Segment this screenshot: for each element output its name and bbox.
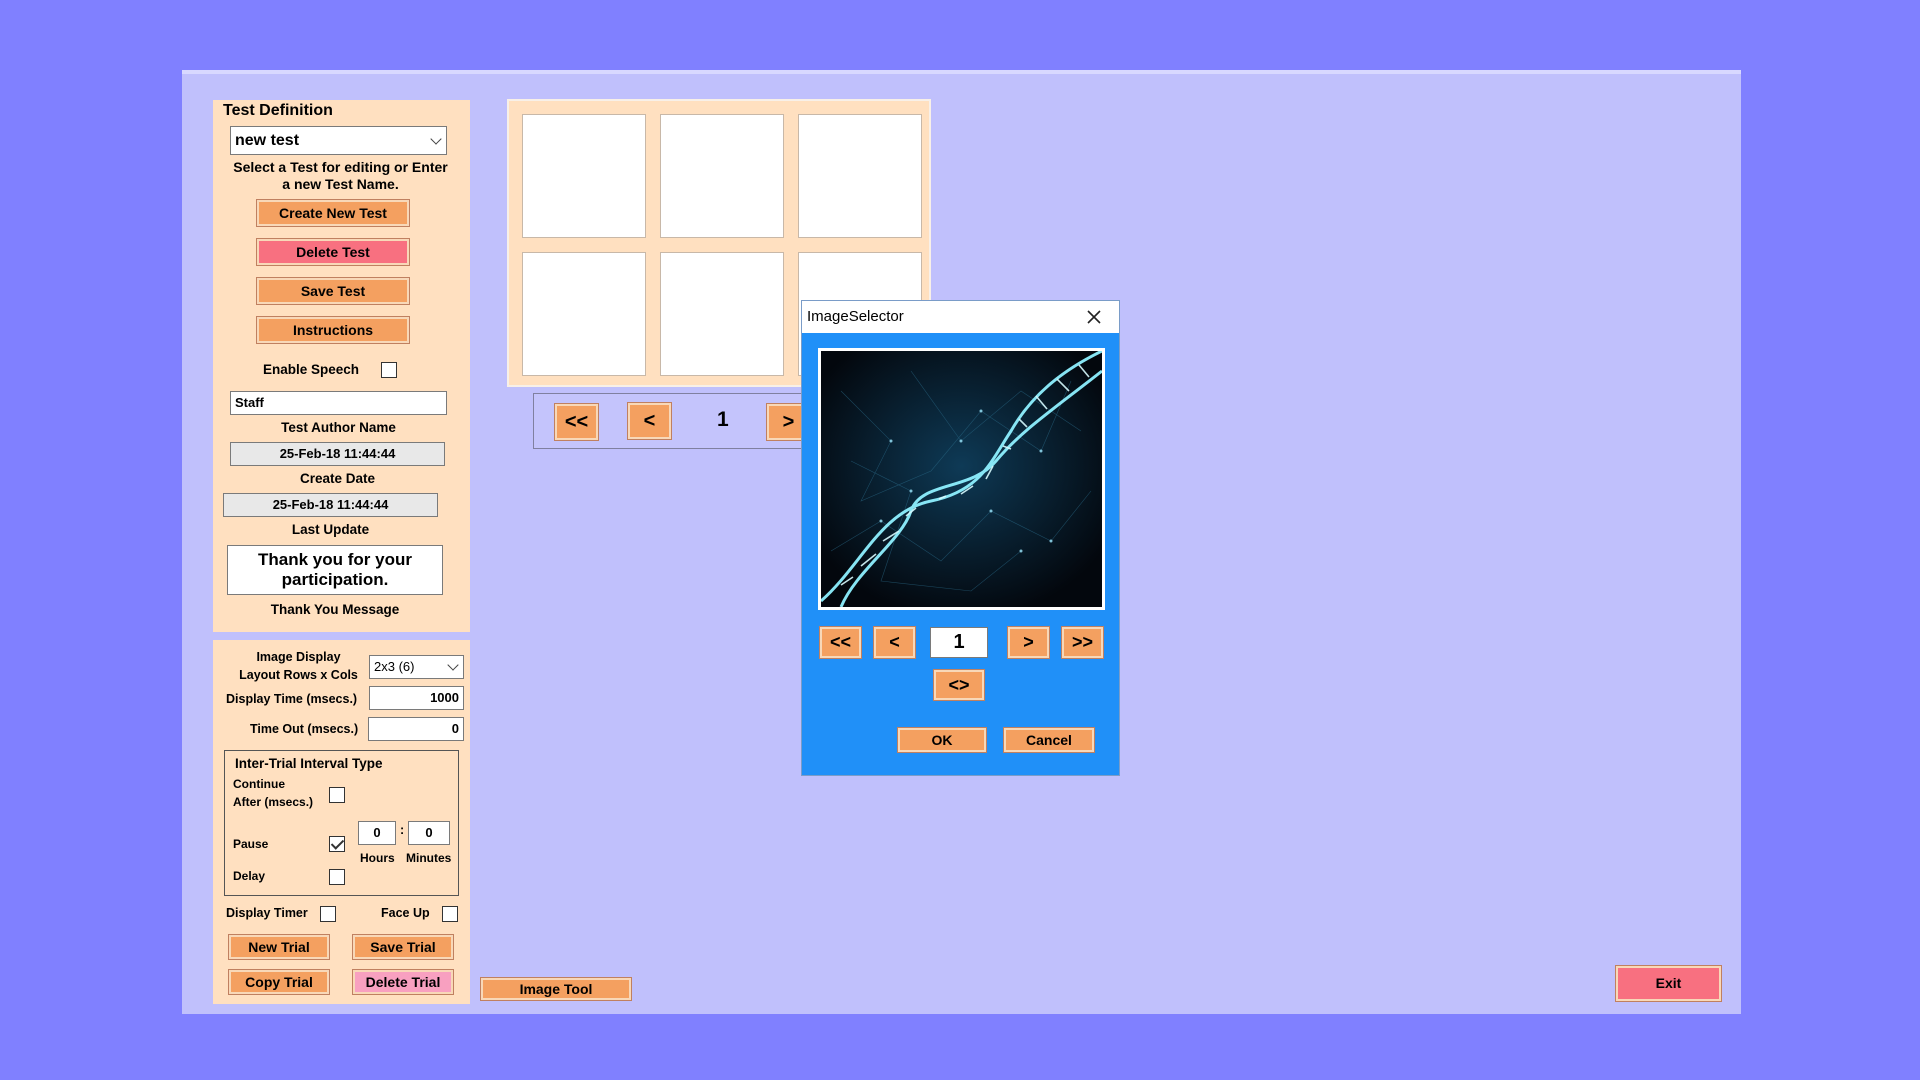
delay-label: Delay <box>233 869 266 883</box>
timeout-label: Time Out (msecs.) <box>250 722 359 736</box>
continue-label-line2: After (msecs.) <box>233 795 314 809</box>
layout-label-line1: Image Display <box>256 650 341 664</box>
chevron-down-icon <box>430 133 442 145</box>
continue-label: Continue After (msecs.) <box>233 775 313 811</box>
test-select-instructions: Select a Test for editing or Enter a new… <box>233 159 448 192</box>
save-test-button[interactable]: Save Test <box>256 277 410 305</box>
enable-speech-label: Enable Speech <box>263 362 360 377</box>
delete-trial-button[interactable]: Delete Trial <box>352 969 454 995</box>
inter-trial-interval-group: Inter-Trial Interval Type Continue After… <box>224 750 459 896</box>
delete-test-button[interactable]: Delete Test <box>256 238 410 266</box>
dialog-last-button[interactable]: >> <box>1061 626 1104 659</box>
copy-trial-button[interactable]: Copy Trial <box>228 969 330 995</box>
pause-checkbox[interactable] <box>329 836 345 852</box>
continue-label-line1: Continue <box>233 777 285 791</box>
image-tool-button[interactable]: Image Tool <box>480 977 632 1001</box>
trial-settings-panel: Image Display Layout Rows x Cols 2x3 (6)… <box>213 640 470 1004</box>
chevron-down-icon <box>447 659 459 671</box>
pause-label: Pause <box>233 837 269 851</box>
grid-page-number: 1 <box>717 408 729 431</box>
new-trial-button[interactable]: New Trial <box>228 934 330 960</box>
instructions-button[interactable]: Instructions <box>256 316 410 344</box>
test-definition-title: Test Definition <box>223 102 333 119</box>
thank-you-message-input[interactable]: Thank you for your participation. <box>227 545 443 595</box>
close-icon[interactable] <box>1082 306 1106 328</box>
grid-cell[interactable] <box>660 114 784 238</box>
display-time-input[interactable]: 1000 <box>369 686 464 710</box>
layout-value: 2x3 (6) <box>374 659 415 674</box>
grid-nav-bar: << < 1 > <box>533 393 833 449</box>
create-date-field: 25-Feb-18 11:44:44 <box>230 442 445 466</box>
delay-checkbox[interactable] <box>329 869 345 885</box>
last-update-field: 25-Feb-18 11:44:44 <box>223 493 438 517</box>
dialog-ok-button[interactable]: OK <box>897 727 987 753</box>
continue-checkbox[interactable] <box>329 787 345 803</box>
dialog-titlebar: ImageSelector <box>802 301 1119 333</box>
time-colon: : <box>400 823 405 837</box>
iti-title: Inter-Trial Interval Type <box>235 756 383 771</box>
image-selector-dialog: ImageSelector << < 1 > >> <> OK Cancel <box>801 300 1120 776</box>
create-date-label: Create Date <box>299 471 376 486</box>
display-time-label: Display Time (msecs.) <box>226 692 358 706</box>
create-new-test-button[interactable]: Create New Test <box>256 199 410 227</box>
dialog-swap-button[interactable]: <> <box>933 669 985 701</box>
layout-label: Image Display Layout Rows x Cols <box>231 648 366 684</box>
grid-first-button[interactable]: << <box>554 403 599 441</box>
exit-button[interactable]: Exit <box>1615 965 1722 1002</box>
grid-cell[interactable] <box>798 114 922 238</box>
dna-helix-image <box>818 348 1105 610</box>
minutes-label: Minutes <box>406 851 452 865</box>
grid-cell[interactable] <box>522 114 646 238</box>
hours-label: Hours <box>360 851 395 865</box>
test-name-dropdown[interactable]: new test <box>230 126 447 155</box>
last-update-label: Last Update <box>291 522 370 537</box>
hours-input[interactable]: 0 <box>358 821 396 845</box>
display-timer-label: Display Timer <box>226 906 308 920</box>
grid-prev-button[interactable]: < <box>627 402 672 440</box>
dialog-first-button[interactable]: << <box>819 626 862 659</box>
dialog-next-button[interactable]: > <box>1007 626 1050 659</box>
dialog-title: ImageSelector <box>807 308 904 325</box>
grid-cell[interactable] <box>522 252 646 376</box>
dialog-prev-button[interactable]: < <box>873 626 916 659</box>
thank-you-label: Thank You Message <box>270 602 400 617</box>
test-name-value: new test <box>235 132 300 149</box>
timeout-input[interactable]: 0 <box>368 717 464 741</box>
author-label: Test Author Name <box>281 420 396 435</box>
author-input[interactable]: Staff <box>230 391 447 415</box>
save-trial-button[interactable]: Save Trial <box>352 934 454 960</box>
face-up-checkbox[interactable] <box>442 906 458 922</box>
test-definition-panel: Test Definition new test Select a Test f… <box>213 100 470 632</box>
dialog-cancel-button[interactable]: Cancel <box>1003 727 1095 753</box>
display-timer-checkbox[interactable] <box>320 906 336 922</box>
dialog-index-input[interactable]: 1 <box>930 627 988 658</box>
grid-cell[interactable] <box>660 252 784 376</box>
minutes-input[interactable]: 0 <box>408 821 450 845</box>
face-up-label: Face Up <box>381 906 430 920</box>
layout-dropdown[interactable]: 2x3 (6) <box>369 655 464 679</box>
layout-label-line2: Layout Rows x Cols <box>239 668 358 682</box>
enable-speech-checkbox[interactable] <box>381 362 397 378</box>
